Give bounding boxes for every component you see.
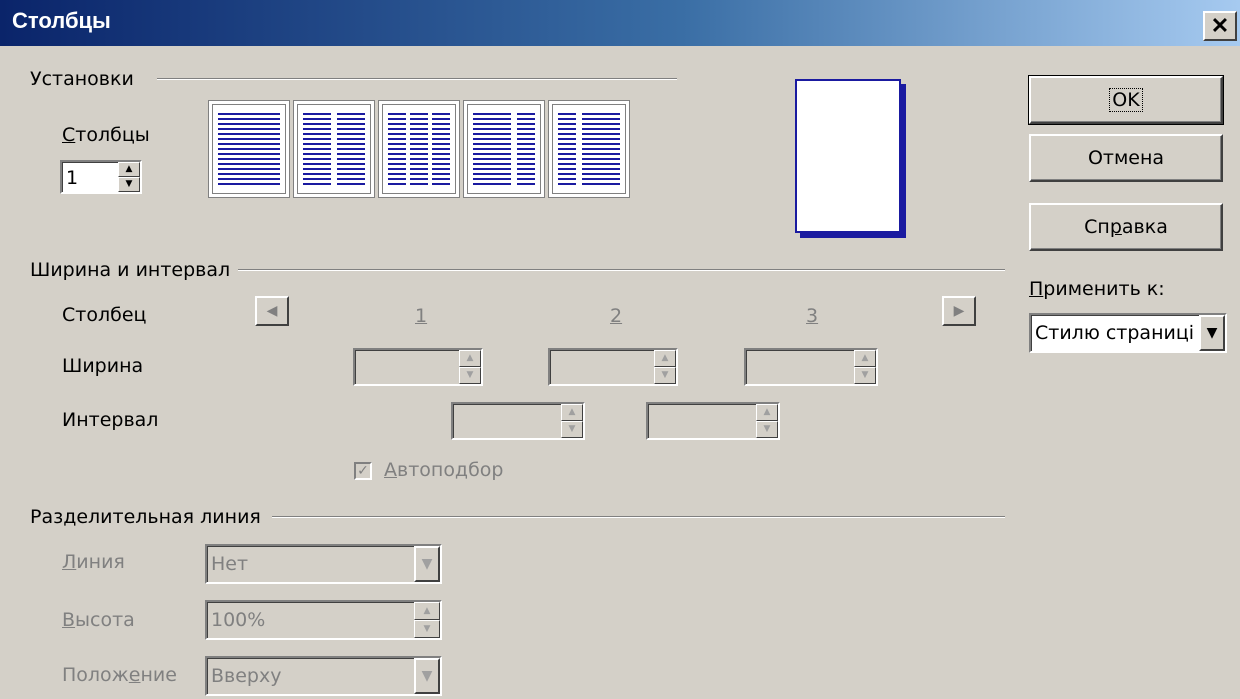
checkmark-icon: ✓ xyxy=(357,463,369,479)
one-column-icon xyxy=(218,113,280,185)
arrow-left-icon: ◀ xyxy=(266,303,278,319)
spin-up-icon[interactable]: ▲ xyxy=(561,404,583,421)
chevron-down-icon[interactable]: ▼ xyxy=(414,546,440,582)
chevron-down-icon[interactable]: ▼ xyxy=(414,658,440,694)
layout-one-column-button[interactable] xyxy=(209,101,289,197)
spin-up-icon[interactable]: ▲ xyxy=(118,162,140,177)
close-button[interactable]: ✕ xyxy=(1203,11,1237,41)
line-select[interactable]: Нет ▼ xyxy=(205,544,442,584)
page-preview xyxy=(795,79,901,233)
spin-up-icon[interactable]: ▲ xyxy=(654,350,676,367)
columns-spin-buttons[interactable]: ▲ ▼ xyxy=(118,162,140,192)
width-field-2[interactable]: ▲ ▼ xyxy=(548,348,678,386)
spacing-field-1[interactable]: ▲ ▼ xyxy=(451,402,585,440)
spin-up-icon[interactable]: ▲ xyxy=(414,602,440,620)
column-label: Столбец xyxy=(62,304,147,326)
spin-down-icon[interactable]: ▼ xyxy=(854,367,876,384)
spacing-label: Интервал xyxy=(62,409,159,431)
position-value: Вверху xyxy=(211,665,282,687)
spin-down-icon[interactable]: ▼ xyxy=(118,177,140,192)
spin-down-icon[interactable]: ▼ xyxy=(654,367,676,384)
right-wide-columns-icon xyxy=(558,113,620,185)
window-title: Столбцы xyxy=(12,8,111,33)
apply-to-value: Стилю страниці xyxy=(1035,322,1195,344)
spacing-field-2[interactable]: ▲ ▼ xyxy=(646,402,780,440)
spin-down-icon[interactable]: ▼ xyxy=(459,367,481,384)
left-wide-columns-icon xyxy=(473,113,535,185)
layout-left-wide-button[interactable] xyxy=(464,101,544,197)
width-2-spin-buttons[interactable]: ▲ ▼ xyxy=(654,350,676,384)
separator-section-label: Разделительная линия xyxy=(30,506,261,528)
separator-divider xyxy=(272,516,1005,518)
width-field-1[interactable]: ▲ ▼ xyxy=(353,348,483,386)
title-bar xyxy=(0,0,1240,46)
columns-count-stepper[interactable]: 1 ▲ ▼ xyxy=(60,160,142,194)
column-number-3: 3 xyxy=(806,305,819,327)
cancel-button[interactable]: Отмена xyxy=(1029,134,1223,182)
height-value: 100% xyxy=(211,609,266,631)
position-label: Положение xyxy=(62,664,177,686)
autofit-checkbox[interactable]: ✓ xyxy=(354,462,372,480)
three-columns-icon xyxy=(388,113,450,185)
column-number-1: 1 xyxy=(415,305,428,327)
spacing-1-spin-buttons[interactable]: ▲ ▼ xyxy=(561,404,583,438)
help-button-label: Справка xyxy=(1084,216,1168,238)
width-spacing-section-label: Ширина и интервал xyxy=(30,259,231,281)
two-columns-icon xyxy=(303,113,365,185)
width-label: Ширина xyxy=(62,355,144,377)
arrow-right-icon: ▶ xyxy=(953,303,965,319)
spin-up-icon[interactable]: ▲ xyxy=(854,350,876,367)
next-column-button[interactable]: ▶ xyxy=(942,296,976,326)
layout-right-wide-button[interactable] xyxy=(549,101,629,197)
ok-button-label: OK xyxy=(1109,88,1143,112)
line-label: Линия xyxy=(62,551,125,573)
close-icon: ✕ xyxy=(1210,13,1230,38)
columns-count-value: 1 xyxy=(66,167,79,189)
width-spacing-divider xyxy=(238,269,1005,271)
spin-up-icon[interactable]: ▲ xyxy=(459,350,481,367)
cancel-button-label: Отмена xyxy=(1087,147,1165,169)
layout-three-columns-button[interactable] xyxy=(379,101,459,197)
autofit-label: Автоподбор xyxy=(384,459,504,481)
layout-two-columns-button[interactable] xyxy=(294,101,374,197)
spacing-2-spin-buttons[interactable]: ▲ ▼ xyxy=(756,404,778,438)
height-label: Высота xyxy=(62,609,135,631)
help-button[interactable]: Справка xyxy=(1029,203,1223,251)
column-number-2: 2 xyxy=(610,305,623,327)
settings-divider xyxy=(157,78,677,80)
chevron-down-icon[interactable]: ▼ xyxy=(1199,315,1225,351)
apply-to-label: Применить к: xyxy=(1029,278,1165,300)
spin-up-icon[interactable]: ▲ xyxy=(756,404,778,421)
spin-down-icon[interactable]: ▼ xyxy=(414,620,440,638)
width-3-spin-buttons[interactable]: ▲ ▼ xyxy=(854,350,876,384)
spin-down-icon[interactable]: ▼ xyxy=(756,421,778,438)
height-stepper[interactable]: 100% ▲ ▼ xyxy=(205,600,442,640)
columns-label: Столбцы xyxy=(62,124,150,146)
position-select[interactable]: Вверху ▼ xyxy=(205,656,442,696)
height-spin-buttons[interactable]: ▲ ▼ xyxy=(414,602,440,638)
spin-down-icon[interactable]: ▼ xyxy=(561,421,583,438)
previous-column-button[interactable]: ◀ xyxy=(255,296,289,326)
line-value: Нет xyxy=(211,553,249,575)
ok-button[interactable]: OK xyxy=(1028,75,1224,125)
settings-section-label: Установки xyxy=(30,68,134,90)
apply-to-select[interactable]: Стилю страниці ▼ xyxy=(1029,313,1227,353)
width-1-spin-buttons[interactable]: ▲ ▼ xyxy=(459,350,481,384)
width-field-3[interactable]: ▲ ▼ xyxy=(744,348,878,386)
